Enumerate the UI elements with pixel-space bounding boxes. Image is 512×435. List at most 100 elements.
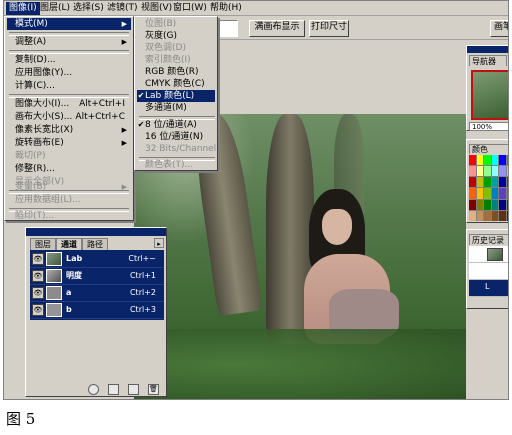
mode-item-8bit[interactable]: ✔ 8 位/通道(A) [137,119,215,131]
menu-layer[interactable]: 图层(L) [37,2,73,15]
swatch-grid[interactable] [469,155,508,221]
history-palette: 历史记录 L [466,229,508,309]
channel-shortcut: Ctrl+3 [129,305,156,314]
menu-item-trim[interactable]: 修整(R)... [7,163,131,175]
navigator-preview[interactable] [471,70,508,120]
menu-item-adjust[interactable]: 调整(A) ▶ [7,36,131,48]
load-selection-icon[interactable] [88,384,99,395]
save-selection-icon[interactable] [108,384,119,395]
mode-item-cmyk[interactable]: CMYK 颜色(C) [137,78,215,90]
tab-history[interactable]: 历史记录 [469,234,508,245]
menu-image[interactable]: 图像(I) [6,2,40,15]
menu-filter[interactable]: 滤镜(T) [104,2,141,15]
menu-help[interactable]: 帮助(H) [207,2,245,15]
menu-item-label: 索引颜色(I) [145,55,191,65]
tab-color[interactable]: 颜色 [469,144,508,154]
image-menu: 模式(M) ▶ 调整(A) ▶ 复制(D)... 应用图像(Y)... 计算(C).… [4,16,134,221]
eye-icon[interactable]: 👁 [32,304,44,316]
menu-item-label: 灰度(G) [145,31,177,41]
menu-item-rotate-canvas[interactable]: 旋转画布(E) ▶ [7,137,131,149]
fit-screen-button[interactable]: 满画布显示 [249,20,305,37]
mode-item-indexed[interactable]: 索引颜色(I) [137,54,215,66]
menu-item-label: 双色调(D) [145,43,186,53]
tab-layers[interactable]: 图层 [30,238,56,250]
menu-item-label: 应用图像(Y)... [15,68,73,78]
menu-item-label: 颜色表(T)... [145,160,194,170]
history-step-row-selected[interactable]: L [469,280,508,297]
menu-item-calculations[interactable]: 计算(C)... [7,80,131,92]
photoshop-window: 图像(I) 图层(L) 选择(S) 滤镜(T) 视图(V) 窗口(W) 帮助(H… [3,0,509,400]
mode-item-color-table[interactable]: 颜色表(T)... [137,159,215,171]
figure-caption: 图 5 [6,410,36,428]
menu-item-label: 旋转画布(E) [15,138,64,148]
navigator-zoom-field[interactable]: 100% [469,122,508,131]
submenu-arrow-icon: ▶ [121,20,127,28]
tab-channels[interactable]: 通道 [56,238,82,250]
channel-name: Lab [66,254,83,263]
color-palette: 颜色 [466,139,508,223]
menu-item-variables[interactable]: 变量(B) ▶ [7,181,131,193]
menu-item-apply-data-set[interactable]: 应用数据组(L)... [7,194,131,206]
eye-icon[interactable]: 👁 [32,287,44,299]
mode-submenu: 位图(B) 灰度(G) 双色调(D) 索引颜色(I) RGB 颜色(R) CMY… [134,16,218,171]
print-size-button[interactable]: 打印尺寸 [309,20,349,37]
mode-item-rgb[interactable]: RGB 颜色(R) [137,66,215,78]
tab-paths[interactable]: 路径 [82,238,108,250]
menu-item-image-size[interactable]: 图像大小(I)... Alt+Ctrl+I [7,98,131,110]
channel-row-b[interactable]: 👁 b Ctrl+3 [30,301,164,319]
channel-thumbnail [46,269,62,283]
eye-icon[interactable]: 👁 [32,253,44,265]
history-thumbnail [487,248,503,261]
channel-row-lightness[interactable]: 👁 明度 Ctrl+1 [30,267,164,285]
new-channel-icon[interactable] [128,384,139,395]
mode-item-multichannel[interactable]: 多通道(M) [137,102,215,114]
palette-menu-button[interactable]: ▸ [154,238,164,248]
menu-item-label: 复制(D)... [15,55,56,65]
history-snapshot-row[interactable] [469,246,508,263]
navigator-titlebar [467,46,508,53]
menu-item-pixel-aspect[interactable]: 像素长宽比(X) ▶ [7,124,131,136]
menu-item-shortcut: Alt+Ctrl+C [75,112,125,122]
menu-select[interactable]: 选择(S) [70,2,107,15]
channel-thumbnail [46,303,62,317]
channel-thumbnail [46,252,62,266]
menu-item-duplicate[interactable]: 复制(D)... [7,54,131,66]
girl-face [322,209,352,245]
channels-titlebar[interactable] [26,228,166,236]
mode-item-duotone[interactable]: 双色调(D) [137,42,215,54]
mode-item-16bit[interactable]: 16 位/通道(N) [137,131,215,143]
history-step-row[interactable] [469,263,508,280]
menu-item-apply-image[interactable]: 应用图像(Y)... [7,67,131,79]
menu-item-canvas-size[interactable]: 画布大小(S)... Alt+Ctrl+C [7,111,131,123]
mode-item-grayscale[interactable]: 灰度(G) [137,30,215,42]
brushes-tab-button[interactable]: 画笔 [490,20,508,37]
submenu-arrow-icon: ▶ [121,139,127,147]
menu-item-crop[interactable]: 裁切(P) [7,150,131,162]
submenu-arrow-icon: ▶ [121,38,127,46]
submenu-arrow-icon: ▶ [121,126,127,134]
menu-item-label: 32 Bits/Channel [145,144,217,154]
channel-thumbnail [46,286,62,300]
channel-list-empty-area [30,320,164,380]
menu-item-label: 应用数据组(L)... [15,195,81,205]
menu-item-trap[interactable]: 陷印(T)... [7,210,131,222]
eye-icon[interactable]: 👁 [32,270,44,282]
menu-bar: 图像(I) 图层(L) 选择(S) 滤镜(T) 视图(V) 窗口(W) 帮助(H… [4,1,508,16]
navigator-palette: 导航器 100% [466,45,508,131]
mode-item-bitmap[interactable]: 位图(B) [137,18,215,30]
delete-channel-icon[interactable]: 🗑 [148,384,159,395]
menu-item-label: CMYK 颜色(C) [145,79,205,89]
channel-name: 明度 [66,271,82,280]
menu-item-mode[interactable]: 模式(M) ▶ [7,18,131,30]
tab-navigator[interactable]: 导航器 [469,55,507,66]
zoom-dropdown[interactable] [218,20,238,37]
submenu-arrow-icon: ▶ [121,183,127,191]
channel-row-lab[interactable]: 👁 Lab Ctrl+~ [30,250,164,268]
channel-row-a[interactable]: 👁 a Ctrl+2 [30,284,164,302]
channel-shortcut: Ctrl+1 [129,271,156,280]
mode-item-32bit[interactable]: 32 Bits/Channel [137,143,217,155]
menu-item-label: 修整(R)... [15,164,55,174]
menu-window[interactable]: 窗口(W) [170,2,210,15]
menu-item-label: RGB 颜色(R) [145,67,199,77]
mode-item-lab[interactable]: ✔ Lab 颜色(L) [137,90,215,102]
